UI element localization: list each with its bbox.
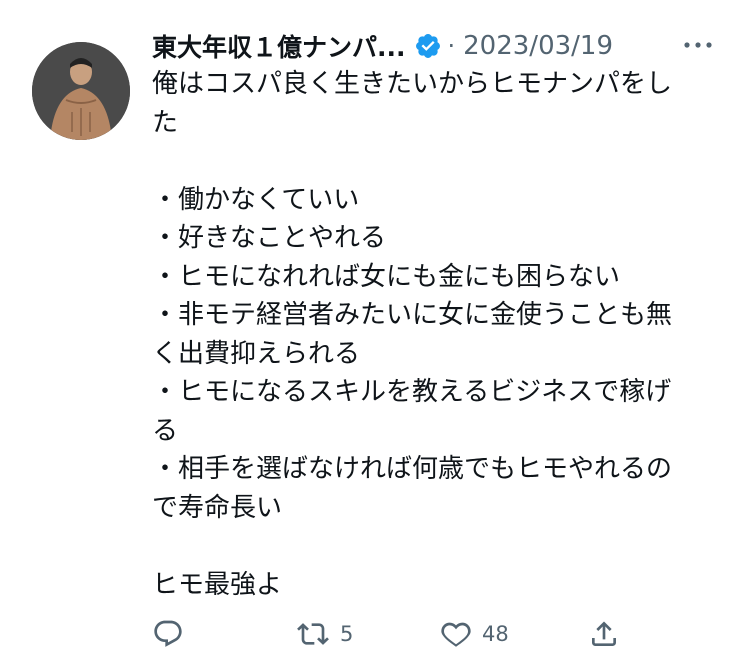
tweet-line: 俺はコスパ良く生きたいからヒモナンパをし: [152, 69, 673, 99]
avatar-image: [32, 42, 130, 140]
verified-badge-icon: [414, 32, 442, 60]
tweet-date[interactable]: 2023/03/19: [463, 31, 613, 61]
tweet-line: [152, 527, 722, 566]
retweet-icon: [296, 618, 330, 650]
separator-dot: ·: [447, 32, 456, 60]
like-count: 48: [482, 622, 509, 646]
reply-button[interactable]: [152, 612, 184, 656]
reply-icon: [152, 618, 184, 650]
tweet-line: ヒモ最強よ: [152, 569, 283, 600]
tweet-line: ・ヒモになれれば女にも金にも困らない: [152, 261, 621, 292]
tweet-line: ・ヒモになるスキルを教えるビジネスで稼げ: [152, 377, 672, 407]
tweet-line: [152, 142, 722, 181]
avatar[interactable]: [32, 42, 130, 140]
heart-icon: [440, 618, 472, 650]
retweet-button[interactable]: 5: [296, 612, 353, 656]
tweet-line: く出費抑えられる: [152, 338, 361, 369]
like-button[interactable]: 48: [440, 612, 509, 656]
tweet-line: ・好きなことやれる: [152, 223, 387, 253]
action-bar: 5 48: [152, 612, 622, 656]
more-options-icon[interactable]: [680, 30, 716, 60]
tweet-line: ・非モテ経営者みたいに女に金使うことも無: [152, 300, 673, 330]
retweet-count: 5: [340, 622, 354, 646]
tweet-header: 東大年収１億ナンパ... · 2023/03/19: [152, 26, 613, 66]
tweet-line: る: [152, 415, 179, 446]
author-name[interactable]: 東大年収１億ナンパ...: [152, 28, 406, 64]
tweet-line: ・働かなくていい: [152, 184, 360, 215]
tweet[interactable]: 東大年収１億ナンパ... · 2023/03/19 俺はコスパ良く生きたいからヒ…: [0, 0, 750, 664]
tweet-line: た: [152, 107, 179, 138]
tweet-line: ・相手を選ばなければ何歳でもヒモやれるの: [152, 454, 673, 484]
share-button[interactable]: [588, 612, 620, 656]
tweet-text: 俺はコスパ良く生きたいからヒモナンパをし た ・働かなくていい ・好きなことやれ…: [152, 65, 722, 604]
share-icon: [588, 618, 620, 650]
tweet-line: で寿命長い: [152, 492, 283, 523]
